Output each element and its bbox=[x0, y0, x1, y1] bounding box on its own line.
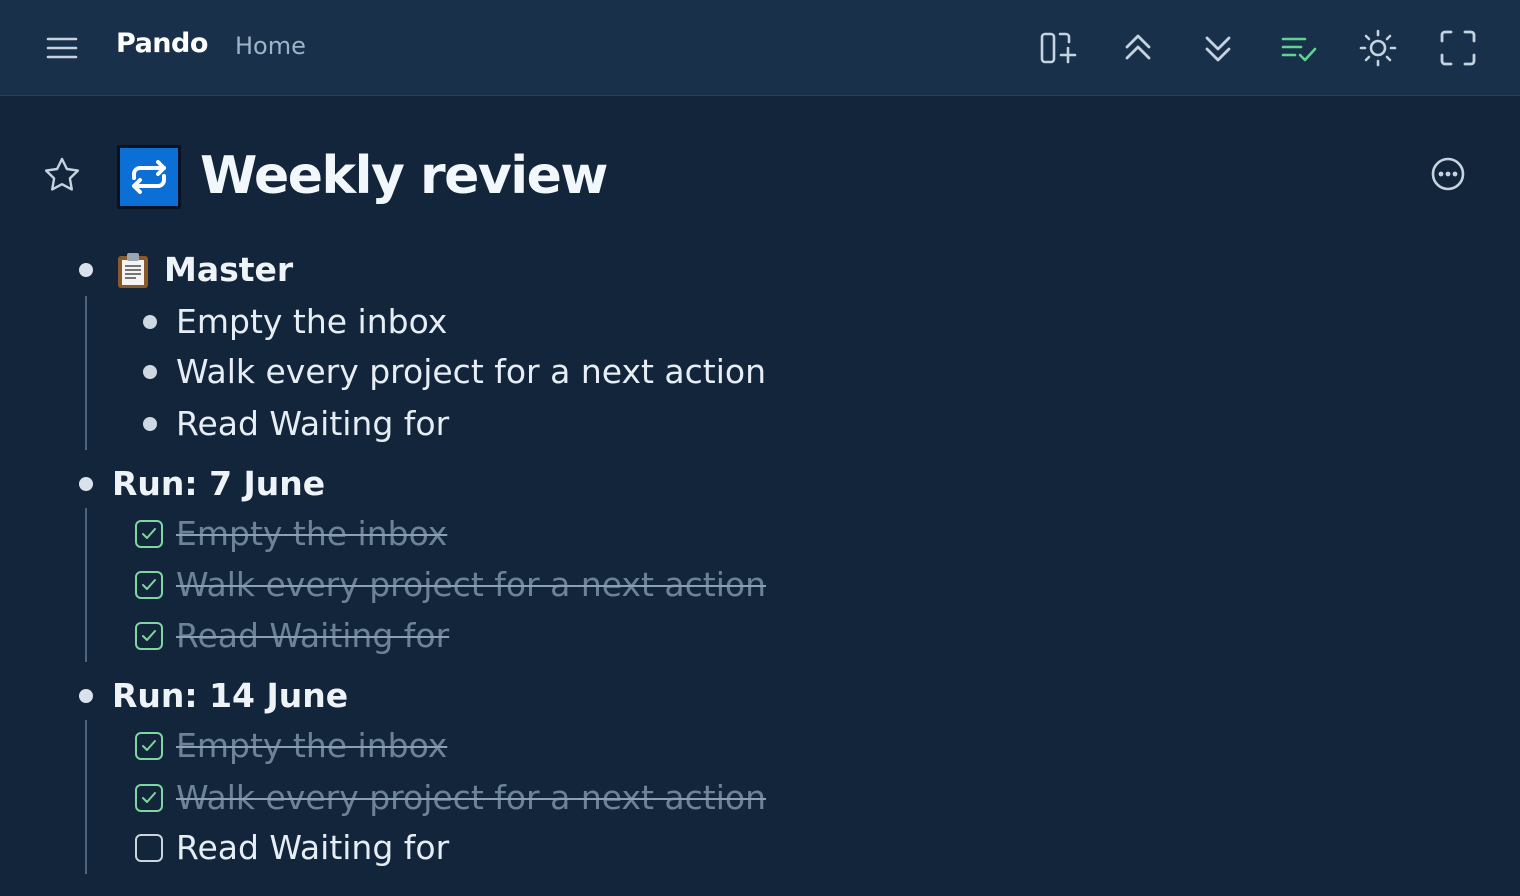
bullet[interactable] bbox=[143, 315, 157, 329]
list-item[interactable]: Read Waiting for bbox=[176, 404, 449, 444]
task-checkbox-unchecked[interactable] bbox=[135, 834, 163, 862]
section-heading-run-14-june[interactable]: Run: 14 June bbox=[112, 676, 348, 716]
task-checkbox-checked[interactable] bbox=[135, 784, 163, 812]
add-panel-icon[interactable] bbox=[1038, 28, 1078, 68]
page-icon[interactable] bbox=[117, 145, 181, 209]
section-heading-master[interactable]: Master bbox=[164, 250, 293, 290]
list-item[interactable]: Empty the inbox bbox=[176, 302, 447, 342]
task-item[interactable]: Read Waiting for bbox=[176, 828, 449, 868]
indent-guide bbox=[85, 508, 87, 662]
menu-icon[interactable] bbox=[44, 30, 80, 66]
task-item-done[interactable]: Read Waiting for bbox=[176, 616, 449, 656]
indent-guide bbox=[85, 720, 87, 874]
section-heading-run-7-june[interactable]: Run: 7 June bbox=[112, 464, 325, 504]
page-title[interactable]: Weekly review bbox=[200, 140, 608, 212]
checklist-icon[interactable] bbox=[1279, 28, 1319, 68]
bullet[interactable] bbox=[79, 689, 93, 703]
task-item-done[interactable]: Empty the inbox bbox=[176, 726, 447, 766]
repeat-icon bbox=[132, 160, 166, 194]
task-checkbox-checked[interactable] bbox=[135, 571, 163, 599]
clipboard-icon bbox=[116, 251, 150, 289]
fullscreen-icon[interactable] bbox=[1438, 28, 1478, 68]
list-item[interactable]: Walk every project for a next action bbox=[176, 352, 766, 392]
bullet[interactable] bbox=[143, 365, 157, 379]
top-bar: Pando Home bbox=[0, 0, 1520, 96]
task-item-done[interactable]: Walk every project for a next action bbox=[176, 565, 766, 605]
favorite-star-icon[interactable] bbox=[42, 155, 82, 195]
task-checkbox-checked[interactable] bbox=[135, 520, 163, 548]
task-item-done[interactable]: Walk every project for a next action bbox=[176, 778, 766, 818]
expand-all-icon[interactable] bbox=[1198, 28, 1238, 68]
collapse-all-icon[interactable] bbox=[1118, 28, 1158, 68]
more-options-icon[interactable] bbox=[1428, 154, 1468, 194]
app-brand[interactable]: Pando bbox=[116, 28, 208, 59]
indent-guide bbox=[85, 296, 87, 450]
task-checkbox-checked[interactable] bbox=[135, 732, 163, 760]
bullet[interactable] bbox=[79, 477, 93, 491]
breadcrumb-home[interactable]: Home bbox=[235, 32, 306, 60]
brightness-icon[interactable] bbox=[1358, 28, 1398, 68]
task-checkbox-checked[interactable] bbox=[135, 622, 163, 650]
bullet[interactable] bbox=[143, 417, 157, 431]
task-item-done[interactable]: Empty the inbox bbox=[176, 514, 447, 554]
bullet[interactable] bbox=[79, 263, 93, 277]
